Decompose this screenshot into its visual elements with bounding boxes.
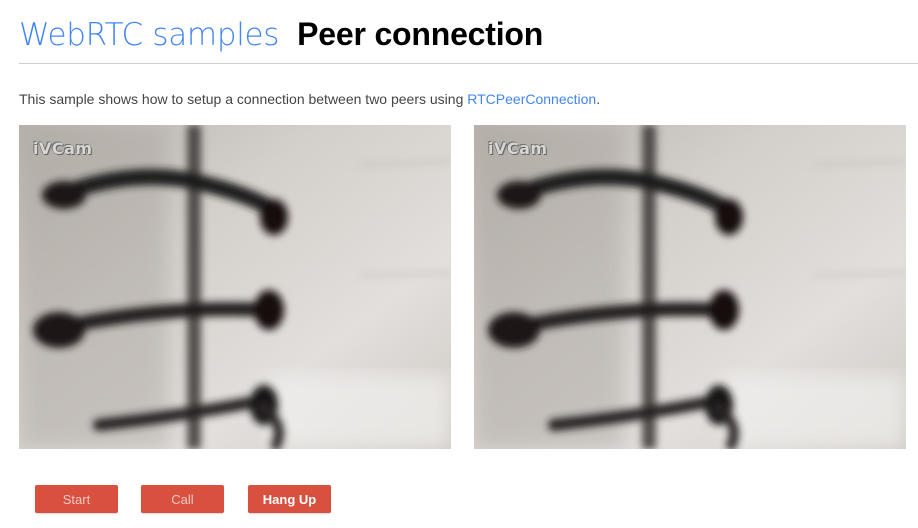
start-button[interactable]: Start [35,485,118,513]
local-video-frame [19,125,451,449]
local-watermark: iVCam [33,139,93,158]
page-header: WebRTC samples Peer connection [19,16,543,60]
page-title: Peer connection [297,16,544,52]
call-button[interactable]: Call [141,485,224,513]
rtcpeerconnection-link[interactable]: RTCPeerConnection [467,91,596,107]
remote-video-frame [474,125,906,449]
remote-video: iVCam [474,125,906,449]
intro-suffix: . [596,91,601,107]
intro-text: This sample shows how to setup a connect… [19,91,468,107]
hang-up-button[interactable]: Hang Up [248,485,331,513]
site-home-link[interactable]: WebRTC samples [19,17,279,53]
intro-paragraph: This sample shows how to setup a connect… [19,91,600,107]
local-video: iVCam [19,125,451,449]
remote-watermark: iVCam [488,139,548,158]
header-divider [19,63,918,64]
